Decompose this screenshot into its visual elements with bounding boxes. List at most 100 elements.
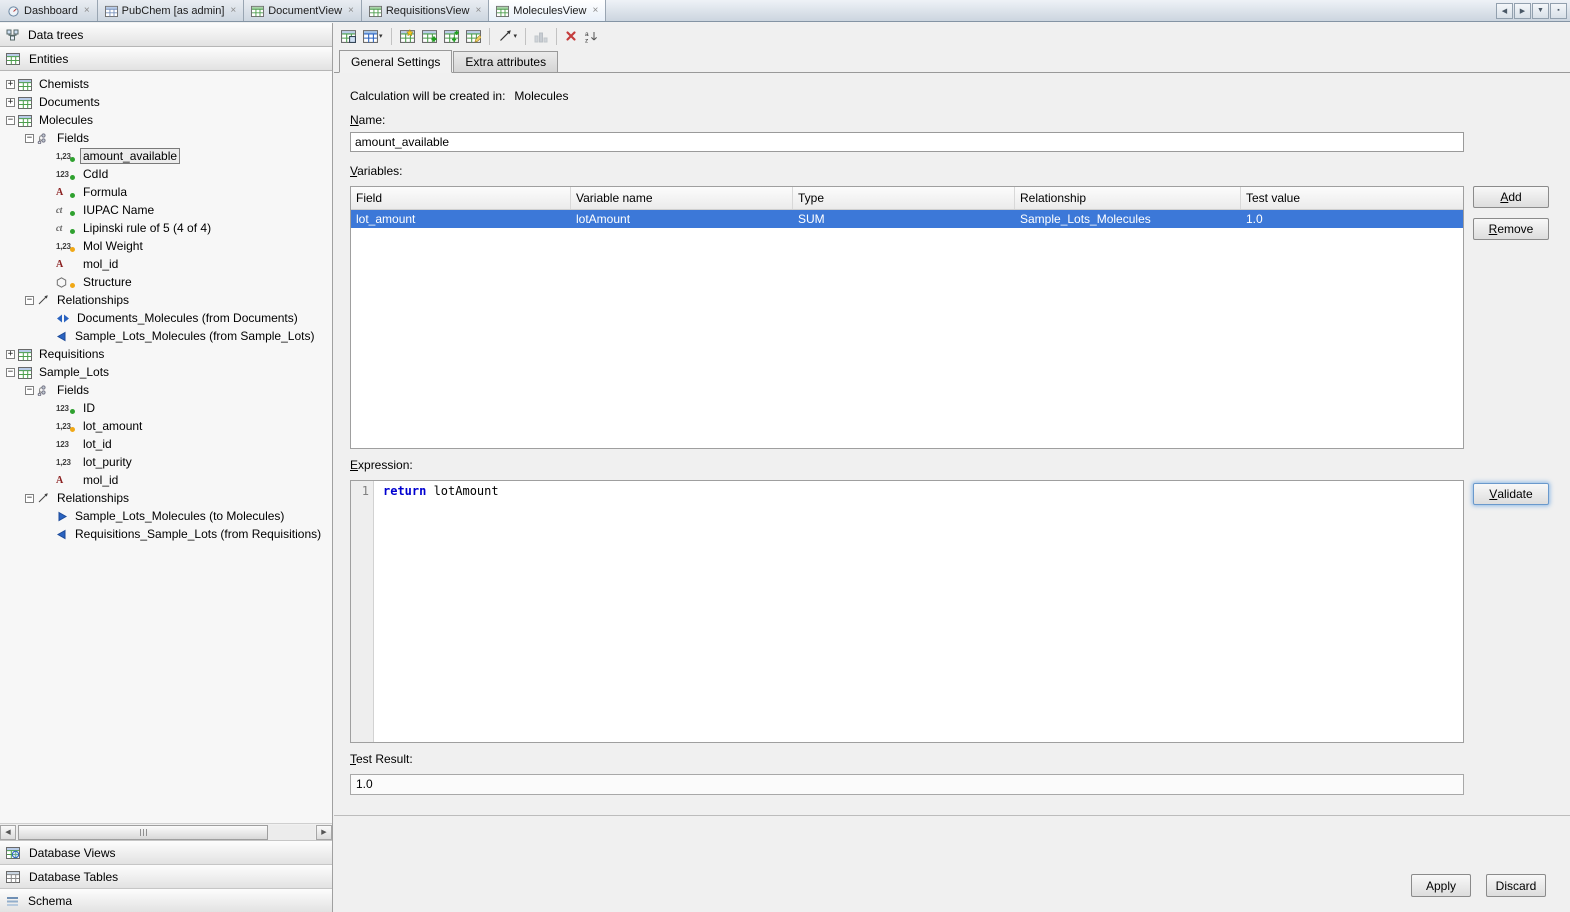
- tree-item-cdid[interactable]: 123CdId: [0, 165, 332, 183]
- collapse-icon[interactable]: −: [25, 494, 34, 503]
- window-tab-documentview[interactable]: DocumentView×: [244, 0, 362, 21]
- expression-editor[interactable]: 1 return lotAmount: [350, 480, 1464, 743]
- tree-item-requisitions[interactable]: +Requisitions: [0, 345, 332, 363]
- editor-code-area[interactable]: return lotAmount: [374, 481, 499, 742]
- tab-label: Dashboard: [24, 5, 78, 17]
- tree-item-amount-available[interactable]: 1,23amount_available: [0, 147, 332, 165]
- data-trees-section-header[interactable]: Data trees: [0, 23, 332, 47]
- scroll-tabs-right-button[interactable]: ▶: [1514, 3, 1531, 19]
- thumb-grip: [143, 829, 144, 836]
- column-header-relationship[interactable]: Relationship: [1015, 187, 1241, 209]
- collapse-icon[interactable]: −: [25, 134, 34, 143]
- tree-item-sample-lots-molecules-to-molecules[interactable]: Sample_Lots_Molecules (to Molecules): [0, 507, 332, 525]
- column-header-field[interactable]: Field: [351, 187, 571, 209]
- schema-section-header[interactable]: Schema: [0, 888, 332, 912]
- tree-item-requisitions-sample-lots-from-requisitions[interactable]: Requisitions_Sample_Lots (from Requisiti…: [0, 525, 332, 543]
- green-calc-dot: [70, 211, 75, 216]
- tree-item-fields[interactable]: −Fields: [0, 381, 332, 399]
- tree-item-chemists[interactable]: +Chemists: [0, 75, 332, 93]
- tree-item-sample-lots-molecules-from-sample-lots[interactable]: Sample_Lots_Molecules (from Sample_Lots): [0, 327, 332, 345]
- close-tab-icon[interactable]: ×: [592, 6, 598, 16]
- validate-button[interactable]: Validate: [1473, 483, 1549, 505]
- tree-item-relationships[interactable]: − Relationships: [0, 489, 332, 507]
- tree-item-label: Relationships: [54, 490, 132, 506]
- collapse-icon[interactable]: −: [6, 368, 15, 377]
- close-tab-icon[interactable]: ×: [348, 6, 354, 16]
- tree-item-lipinski-rule-of-5-4-of-4[interactable]: ctLipinski rule of 5 (4 of 4): [0, 219, 332, 237]
- tree-item-documents-molecules-from-documents[interactable]: Documents_Molecules (from Documents): [0, 309, 332, 327]
- scroll-right-button[interactable]: ▶: [316, 825, 332, 840]
- name-input[interactable]: [350, 132, 1464, 152]
- expand-icon[interactable]: +: [6, 98, 15, 107]
- relationship-from-icon: [56, 529, 68, 540]
- tree-item-formula[interactable]: AFormula: [0, 183, 332, 201]
- scroll-tabs-left-button[interactable]: ◀: [1496, 3, 1513, 19]
- variables-table[interactable]: FieldVariable nameTypeRelationshipTest v…: [350, 186, 1464, 449]
- tree-item-mol-id[interactable]: Amol_id: [0, 255, 332, 273]
- close-tab-icon[interactable]: ×: [475, 6, 481, 16]
- column-header-type[interactable]: Type: [793, 187, 1015, 209]
- sort-button[interactable]: az: [584, 26, 598, 46]
- window-tab-requisitionsview[interactable]: RequisitionsView×: [362, 0, 489, 21]
- database-views-section-header[interactable]: Database Views: [0, 840, 332, 864]
- tree-item-lot-id[interactable]: 123lot_id: [0, 435, 332, 453]
- tree-item-lot-amount[interactable]: 1,23lot_amount: [0, 417, 332, 435]
- tree-item-fields[interactable]: −Fields: [0, 129, 332, 147]
- close-tab-icon[interactable]: ×: [230, 6, 236, 16]
- collapse-icon[interactable]: −: [25, 386, 34, 395]
- tree-item-label: amount_available: [80, 148, 180, 164]
- add-entities-button[interactable]: [444, 26, 459, 46]
- tree-item-label: lot_amount: [80, 418, 145, 434]
- close-tab-icon[interactable]: ×: [84, 6, 90, 16]
- grid-view-icon: [496, 5, 509, 17]
- delete-icon: [565, 30, 577, 42]
- delete-button[interactable]: [565, 26, 577, 46]
- manage-data-trees-button[interactable]: [341, 26, 356, 46]
- tree-item-documents[interactable]: +Documents: [0, 93, 332, 111]
- expand-icon[interactable]: +: [6, 80, 15, 89]
- tree-item-molecules[interactable]: −Molecules: [0, 111, 332, 129]
- dropdown-caret-icon[interactable]: ▾: [379, 32, 383, 40]
- tab-general-settings[interactable]: General Settings: [339, 50, 452, 73]
- dropdown-caret-icon[interactable]: ▾: [514, 32, 518, 40]
- tree-item-mol-weight[interactable]: 1,23Mol Weight: [0, 237, 332, 255]
- window-tab-pubchem-as-admin[interactable]: PubChem [as admin]×: [98, 0, 245, 21]
- scroll-left-button[interactable]: ◀: [0, 825, 16, 840]
- code-line: return lotAmount: [383, 484, 499, 499]
- tree-item-id[interactable]: 123ID: [0, 399, 332, 417]
- tab-list-button[interactable]: ▼: [1532, 3, 1549, 19]
- tree-item-structure[interactable]: Structure: [0, 273, 332, 291]
- maximize-button[interactable]: ▪: [1550, 3, 1567, 19]
- window-tab-dashboard[interactable]: Dashboard ×: [0, 0, 98, 21]
- remove-button[interactable]: Remove: [1473, 218, 1549, 240]
- apply-button[interactable]: Apply: [1411, 874, 1471, 897]
- tab-extra-attributes[interactable]: Extra attributes: [453, 51, 558, 72]
- variables-table-header: FieldVariable nameTypeRelationshipTest v…: [351, 187, 1463, 210]
- tree-item-lot-purity[interactable]: 1,23lot_purity: [0, 453, 332, 471]
- discard-button[interactable]: Discard: [1486, 874, 1546, 897]
- add-entity-button[interactable]: [422, 26, 437, 46]
- database-tables-section-header[interactable]: Database Tables: [0, 864, 332, 888]
- relationship-to-icon: [56, 511, 68, 522]
- scrollbar-track[interactable]: [17, 825, 315, 840]
- collapse-icon[interactable]: −: [6, 116, 15, 125]
- settings-tabs: General SettingsExtra attributes: [334, 49, 1570, 73]
- new-entity-button[interactable]: [400, 26, 415, 46]
- tree-item-iupac-name[interactable]: ctIUPAC Name: [0, 201, 332, 219]
- entity-table-icon: [18, 366, 32, 379]
- scrollbar-thumb[interactable]: [18, 825, 268, 840]
- variable-row-lot-amount[interactable]: lot_amountlotAmountSUMSample_Lots_Molecu…: [351, 210, 1463, 228]
- tree-item-sample-lots[interactable]: −Sample_Lots: [0, 363, 332, 381]
- column-header-test-value[interactable]: Test value: [1241, 187, 1463, 209]
- grid-view-selector-button[interactable]: ▾: [363, 26, 383, 46]
- collapse-icon[interactable]: −: [25, 296, 34, 305]
- tree-item-relationships[interactable]: −Relationships: [0, 291, 332, 309]
- tree-item-mol-id[interactable]: Amol_id: [0, 471, 332, 489]
- expand-icon[interactable]: +: [6, 350, 15, 359]
- window-tab-moleculesview[interactable]: MoleculesView×: [489, 0, 606, 21]
- column-header-variable-name[interactable]: Variable name: [571, 187, 793, 209]
- new-relationship-button[interactable]: ▾: [498, 26, 518, 46]
- entities-section-header[interactable]: Entities: [0, 47, 332, 71]
- promote-entity-button[interactable]: [466, 26, 481, 46]
- add-button[interactable]: Add: [1473, 186, 1549, 208]
